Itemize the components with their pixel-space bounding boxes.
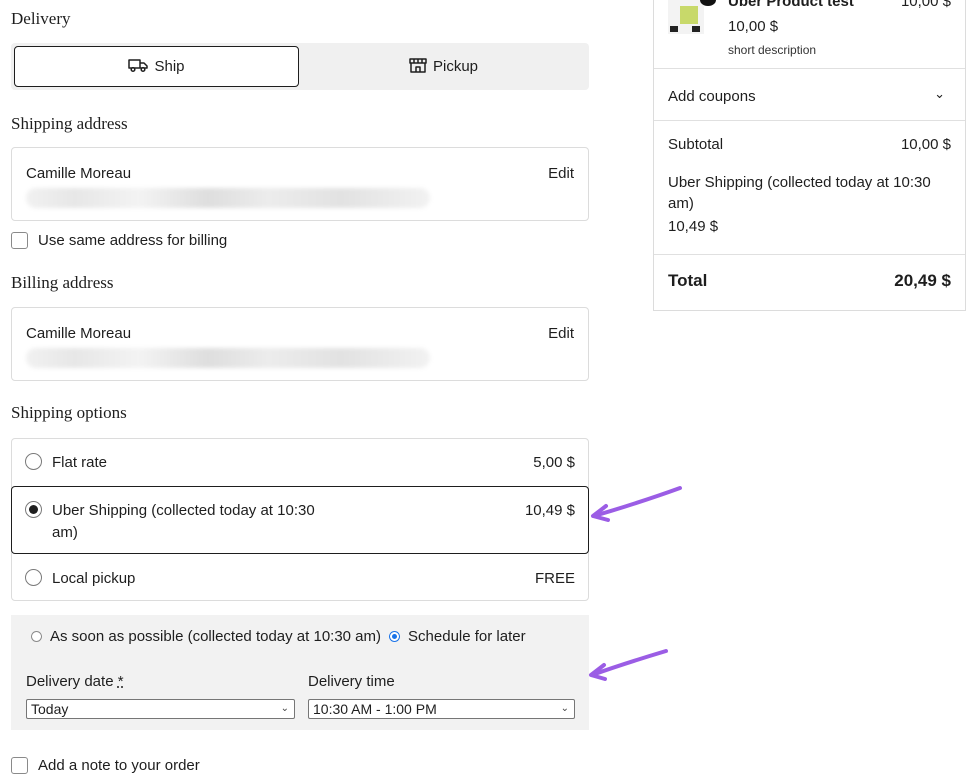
- delivery-date-value: Today: [31, 701, 69, 717]
- shipping-line-label: Uber Shipping (collected today at 10:30: [668, 174, 931, 191]
- same-billing-label: Use same address for billing: [38, 232, 228, 249]
- flat-rate-label: Flat rate: [52, 454, 108, 471]
- shipping-address-redacted: [26, 188, 430, 208]
- shipping-address-name: Camille Moreau: [26, 165, 132, 182]
- billing-address-edit-button[interactable]: Edit: [548, 325, 574, 342]
- billing-address-name: Camille Moreau: [26, 325, 132, 342]
- schedule-later-radio[interactable]: [389, 631, 401, 642]
- billing-address-card: Camille Moreau Edit: [11, 307, 589, 381]
- shipping-option-flat-rate[interactable]: Flat rate 5,00 $: [12, 439, 588, 485]
- local-pickup-label: Local pickup: [52, 570, 136, 587]
- chevron-down-icon: ⌄: [560, 703, 569, 714]
- uber-shipping-label-line2: am): [52, 524, 78, 541]
- product-description: short description: [728, 43, 817, 57]
- local-pickup-radio[interactable]: [25, 569, 42, 586]
- uber-shipping-price: 10,49 $: [524, 502, 575, 519]
- subtotal-label: Subtotal: [668, 136, 724, 153]
- store-icon: [409, 57, 427, 77]
- order-note-row[interactable]: Add a note to your order: [11, 757, 200, 774]
- delivery-time-value: 10:30 AM - 1:00 PM: [313, 701, 437, 717]
- truck-icon: [128, 57, 149, 77]
- delivery-date-label: Delivery date *: [26, 673, 124, 690]
- total-label: Total: [668, 271, 708, 290]
- billing-address-redacted: [26, 348, 430, 368]
- shipping-address-edit-button[interactable]: Edit: [548, 165, 574, 182]
- same-billing-row[interactable]: Use same address for billing: [11, 232, 227, 249]
- shipping-line-label-2: am): [668, 195, 694, 212]
- add-coupons-label: Add coupons: [668, 88, 756, 105]
- shipping-address-heading: Shipping address: [11, 114, 128, 133]
- shipping-options-list: Flat rate 5,00 $ Uber Shipping (collecte…: [11, 438, 589, 601]
- product-price: 10,00 $: [728, 18, 779, 35]
- annotation-arrow: [589, 649, 668, 681]
- chevron-down-icon: ⌄: [934, 86, 945, 101]
- delivery-schedule-panel: As soon as possible (collected today at …: [11, 615, 589, 730]
- pickup-label: Pickup: [432, 58, 479, 75]
- shipping-options-heading: Shipping options: [11, 403, 127, 422]
- delivery-time-label: Delivery time: [308, 673, 395, 690]
- delivery-heading: Delivery: [11, 9, 71, 28]
- shipping-option-uber[interactable]: Uber Shipping (collected today at 10:30 …: [11, 486, 589, 554]
- flat-rate-price: 5,00 $: [533, 454, 575, 471]
- uber-shipping-label: Uber Shipping (collected today at 10:30: [52, 502, 315, 519]
- asap-label: As soon as possible (collected today at …: [50, 628, 382, 645]
- delivery-date-select[interactable]: Today ⌄: [26, 699, 295, 719]
- schedule-later-label: Schedule for later: [408, 628, 526, 645]
- order-summary: Uber Product test 10,00 $ 10,00 $ short …: [653, 0, 966, 311]
- total-value: 20,49 $: [894, 271, 951, 290]
- product-thumbnail: [668, 0, 704, 34]
- billing-address-heading: Billing address: [11, 273, 114, 292]
- delivery-time-select[interactable]: 10:30 AM - 1:00 PM ⌄: [308, 699, 575, 719]
- annotation-arrow: [591, 486, 682, 522]
- required-mark: *: [117, 673, 124, 690]
- delivery-date-label-text: Delivery date: [26, 673, 114, 690]
- uber-shipping-radio[interactable]: [25, 501, 42, 518]
- flat-rate-radio[interactable]: [25, 453, 42, 470]
- shipping-option-local-pickup[interactable]: Local pickup FREE: [12, 555, 588, 601]
- delivery-method-toggle: Ship Pickup: [11, 43, 589, 90]
- asap-radio[interactable]: [31, 631, 42, 642]
- shipping-address-card: Camille Moreau Edit: [11, 147, 589, 221]
- product-line-total: 10,00 $: [900, 0, 951, 10]
- local-pickup-price: FREE: [534, 570, 575, 587]
- product-name: Uber Product test: [728, 0, 854, 10]
- subtotal-value: 10,00 $: [900, 136, 951, 153]
- order-note-label: Add a note to your order: [38, 757, 200, 774]
- order-note-checkbox[interactable]: [11, 757, 28, 774]
- chevron-down-icon: ⌄: [280, 703, 289, 714]
- ship-label: Ship: [154, 58, 185, 75]
- shipping-line-value: 10,49 $: [668, 218, 719, 235]
- add-coupons-toggle[interactable]: Add coupons ⌄: [654, 69, 965, 120]
- pickup-button[interactable]: Pickup: [301, 46, 586, 87]
- ship-button[interactable]: Ship: [14, 46, 299, 87]
- same-billing-checkbox[interactable]: [11, 232, 28, 249]
